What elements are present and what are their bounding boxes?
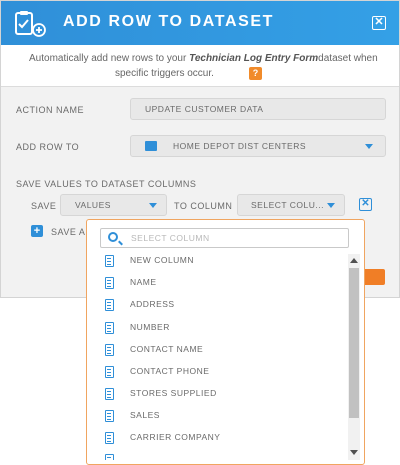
map-pin-icon bbox=[145, 141, 157, 151]
dropdown-item[interactable]: STORES SUPPLIED bbox=[101, 386, 331, 404]
dropdown-scrollbar[interactable] bbox=[348, 254, 360, 460]
dropdown-item[interactable]: NAME bbox=[101, 275, 331, 293]
dropdown-item-partial[interactable] bbox=[101, 452, 331, 460]
column-icon bbox=[105, 454, 114, 460]
search-placeholder: SELECT COLUMN bbox=[131, 233, 210, 243]
to-column-label: TO COLUMN bbox=[174, 201, 233, 211]
help-icon[interactable]: ? bbox=[249, 67, 262, 80]
column-dropdown: SELECT COLUMN NEW COLUMN NAME ADDRESS NU… bbox=[86, 219, 365, 465]
dataset-name: Technician Log Entry Form bbox=[189, 53, 319, 64]
column-icon bbox=[105, 255, 114, 267]
column-icon bbox=[105, 277, 114, 289]
column-icon bbox=[105, 410, 114, 422]
description-text: Automatically add new rows to your Techn… bbox=[29, 53, 378, 64]
column-select[interactable]: SELECT COLU... bbox=[237, 194, 345, 216]
scroll-down-icon[interactable] bbox=[350, 450, 358, 455]
scroll-up-icon[interactable] bbox=[350, 258, 358, 263]
close-icon[interactable]: ✕ bbox=[372, 16, 386, 30]
action-name-label: ACTION NAME bbox=[16, 105, 85, 115]
add-icon[interactable]: + bbox=[31, 225, 43, 237]
description-panel: Automatically add new rows to your Techn… bbox=[1, 45, 399, 87]
column-icon bbox=[105, 388, 114, 400]
scrollbar-thumb[interactable] bbox=[349, 268, 359, 418]
dropdown-item[interactable]: NUMBER bbox=[101, 320, 331, 338]
column-icon bbox=[105, 432, 114, 444]
action-name-input[interactable]: UPDATE CUSTOMER DATA bbox=[130, 98, 386, 120]
dropdown-item[interactable]: CONTACT NAME bbox=[101, 342, 331, 360]
values-select[interactable]: VALUES bbox=[60, 194, 167, 216]
column-icon bbox=[105, 299, 114, 311]
save-values-heading: SAVE VALUES TO DATASET COLUMNS bbox=[16, 179, 197, 189]
save-label: SAVE bbox=[31, 201, 57, 211]
dropdown-item[interactable]: SALES bbox=[101, 408, 331, 426]
chevron-down-icon bbox=[149, 203, 157, 208]
chevron-down-icon bbox=[327, 203, 335, 208]
dropdown-item[interactable]: CONTACT PHONE bbox=[101, 364, 331, 382]
column-icon bbox=[105, 366, 114, 378]
chevron-down-icon bbox=[365, 144, 373, 149]
dialog-title: ADD ROW TO DATASET bbox=[63, 13, 275, 30]
clipboard-add-icon bbox=[15, 11, 46, 37]
description-text-line2: specific triggers occur. bbox=[115, 68, 214, 79]
dropdown-item[interactable]: CARRIER COMPANY bbox=[101, 430, 331, 448]
dropdown-item[interactable]: ADDRESS bbox=[101, 297, 331, 315]
column-icon bbox=[105, 344, 114, 356]
search-icon bbox=[108, 232, 118, 242]
remove-mapping-icon[interactable]: ✕ bbox=[359, 198, 372, 211]
add-row-to-label: ADD ROW TO bbox=[16, 142, 80, 152]
dropdown-item[interactable]: NEW COLUMN bbox=[101, 253, 331, 271]
column-search-input[interactable]: SELECT COLUMN bbox=[100, 228, 349, 248]
column-icon bbox=[105, 322, 114, 334]
dataset-select[interactable]: HOME DEPOT DIST CENTERS bbox=[130, 135, 386, 157]
dialog-header: ADD ROW TO DATASET ✕ bbox=[1, 1, 399, 45]
